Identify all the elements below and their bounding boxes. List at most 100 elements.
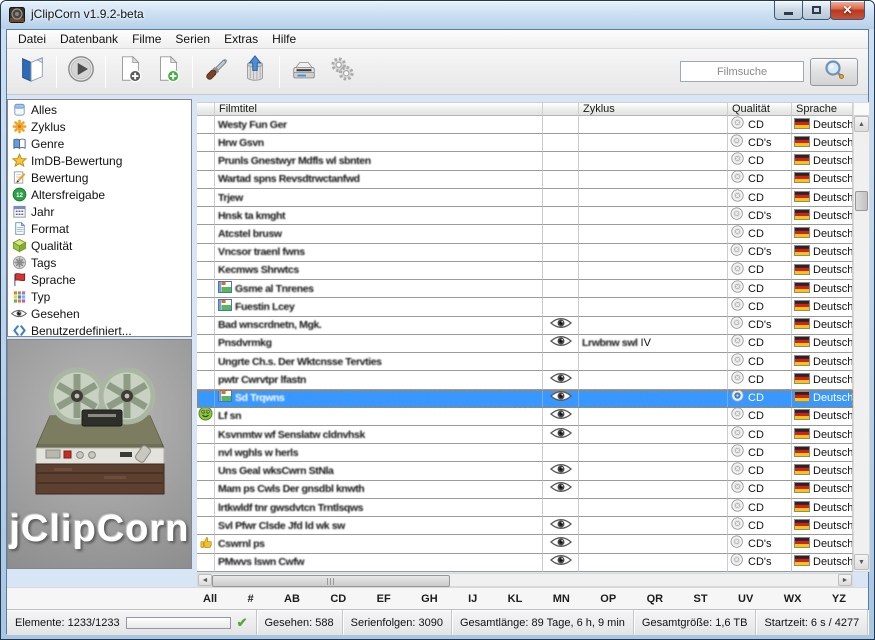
char-filter-ab[interactable]: AB (284, 593, 300, 605)
table-row[interactable]: Ksvnmtw wf Senslatw cldnvhskCDDeutsch (197, 426, 853, 444)
scroll-right-button[interactable]: ► (838, 574, 852, 586)
horizontal-scrollbar[interactable]: ◄ ► (197, 573, 853, 587)
char-filter-mn[interactable]: MN (553, 593, 570, 605)
add-series-button[interactable] (149, 53, 187, 91)
table-row[interactable]: Sd TrqwnsCDDeutsch (197, 390, 853, 408)
settings-button[interactable] (323, 53, 361, 91)
char-filter-uv[interactable]: UV (738, 593, 753, 605)
table-row[interactable]: TrjewCDDeutsch (197, 189, 853, 207)
char-filter-cd[interactable]: CD (330, 593, 346, 605)
language-text: Deutsch (813, 155, 853, 167)
char-filter-ef[interactable]: EF (377, 593, 391, 605)
char-filter-all[interactable]: All (203, 593, 217, 605)
language-cell: Deutsch (792, 262, 853, 280)
menu-item-datei[interactable]: Datei (11, 30, 53, 49)
add-movie-button[interactable] (111, 53, 149, 91)
table-row[interactable]: PMwvs lswn CwfwCD'sDeutsch (197, 554, 853, 572)
search-button[interactable] (810, 58, 858, 86)
movie-title-cell: nvl wghls w herls (215, 444, 543, 462)
series-window-icon (218, 298, 232, 316)
table-row[interactable]: Gsme al TnrenesCDDeutsch (197, 280, 853, 298)
sidebar-item-qualitaet[interactable]: Qualität (8, 237, 191, 254)
table-row[interactable]: Svl Pfwr Clsde Jfd ld wk swCDDeutsch (197, 517, 853, 535)
horizontal-scroll-thumb[interactable] (212, 575, 450, 587)
table-row[interactable]: lrtkwldf tnr gwsdvtcn TrntlsqwsCDDeutsch (197, 499, 853, 517)
scroll-left-button[interactable]: ◄ (198, 574, 212, 586)
sidebar-item-imdb-bewertung[interactable]: ImDB-Bewertung (8, 152, 191, 169)
table-row[interactable]: Westy Fun GerCDDeutsch (197, 116, 853, 134)
delete-button[interactable] (236, 53, 274, 91)
table-row[interactable]: PnsdvrmkgLrwbnw swlIVCDDeutsch (197, 335, 853, 353)
table-row[interactable]: Kecmws ShrwtcsCDDeutsch (197, 262, 853, 280)
sidebar-item-jahr[interactable]: Jahr (8, 203, 191, 220)
table-row[interactable]: Fuestin LceyCDDeutsch (197, 298, 853, 316)
table-row[interactable]: Atcstel bruswCDDeutsch (197, 225, 853, 243)
menu-item-datenbank[interactable]: Datenbank (53, 30, 125, 49)
maximize-button[interactable] (802, 1, 831, 20)
table-row[interactable]: Prunls Gnestwyr Mdfls wl sbntenCDDeutsch (197, 152, 853, 170)
close-button[interactable]: ✕ (830, 1, 865, 20)
char-filter-op[interactable]: OP (600, 593, 616, 605)
sidebar-item-gesehen[interactable]: Gesehen (8, 305, 191, 322)
table-row[interactable]: Uns Geal wksCwrn StNlaCDDeutsch (197, 462, 853, 480)
char-filter-yz[interactable]: YZ (832, 593, 846, 605)
sidebar-item-benutzerdefiniert[interactable]: Benutzerdefiniert... (8, 322, 191, 339)
zyklus-cell (579, 152, 728, 170)
table-row[interactable]: Hrw GsvnCD'sDeutsch (197, 134, 853, 152)
sidebar-item-tags[interactable]: Tags (8, 254, 191, 271)
quality-cell: CD (728, 426, 792, 444)
zyklus-cell (579, 225, 728, 243)
sidebar-item-sprache[interactable]: Sprache (8, 271, 191, 288)
char-filter-gh[interactable]: GH (421, 593, 438, 605)
table-row[interactable]: Mam ps Cwls Der gnsdbl knwthCDDeutsch (197, 481, 853, 499)
cd-icon (731, 426, 744, 444)
export-button[interactable] (285, 53, 323, 91)
quality-text: CD (748, 483, 764, 495)
menu-item-extras[interactable]: Extras (217, 30, 265, 49)
new-database-button[interactable] (13, 53, 51, 91)
table-row[interactable]: Wartad spns RevsdtrwctanfwdCDDeutsch (197, 171, 853, 189)
quality-cell: CD's (728, 554, 792, 572)
table-row[interactable]: nvl wghls w herlsCDDeutsch (197, 444, 853, 462)
vertical-scroll-thumb[interactable] (855, 191, 868, 211)
sidebar-item-typ[interactable]: Typ (8, 288, 191, 305)
sidebar-item-bewertung[interactable]: Bewertung (8, 169, 191, 186)
sidebar-item-zyklus[interactable]: Zyklus (8, 118, 191, 135)
table-row[interactable]: Cswrnl psCD'sDeutsch (197, 535, 853, 553)
menu-item-filme[interactable]: Filme (125, 30, 168, 49)
table-row[interactable]: Bad wnscrdnetn, Mgk.CD'sDeutsch (197, 317, 853, 335)
table-row[interactable]: Vncsor traenl fwnsCD'sDeutsch (197, 244, 853, 262)
german-flag-icon (794, 189, 810, 207)
movie-title-text: Hrw Gsvn (218, 137, 264, 149)
quality-cell: CD's (728, 207, 792, 225)
zyklus-cell (579, 244, 728, 262)
scroll-down-button[interactable]: ▼ (854, 554, 869, 570)
language-cell: Deutsch (792, 171, 853, 189)
sidebar-item-alles[interactable]: Alles (8, 101, 191, 118)
char-filter-kl[interactable]: KL (508, 593, 523, 605)
search-input[interactable] (680, 61, 804, 82)
sidebar-item-genre[interactable]: Genre (8, 135, 191, 152)
char-filter-st[interactable]: ST (694, 593, 708, 605)
minimize-button[interactable] (774, 1, 803, 20)
scroll-up-button[interactable]: ▲ (854, 116, 869, 132)
play-movie-button[interactable] (62, 53, 100, 91)
sidebar-item-format[interactable]: Format (8, 220, 191, 237)
quality-cell: CD (728, 408, 792, 426)
quality-cell: CD (728, 298, 792, 316)
char-filter-wx[interactable]: WX (784, 593, 802, 605)
char-filter-qr[interactable]: QR (647, 593, 664, 605)
menu-item-serien[interactable]: Serien (168, 30, 217, 49)
row-status-cell (197, 134, 215, 152)
menu-item-hilfe[interactable]: Hilfe (265, 30, 303, 49)
table-row[interactable]: Ungrte Ch.s. Der Wktcnsse TervtiesCDDeut… (197, 353, 853, 371)
tools-button[interactable] (198, 53, 236, 91)
vertical-scrollbar[interactable]: ▲ ▼ (853, 102, 870, 572)
table-row[interactable]: pwtr Cwrvtpr lfastnCDDeutsch (197, 371, 853, 389)
sidebar-item-altersfreigabe[interactable]: 12Altersfreigabe (8, 186, 191, 203)
char-filter-ij[interactable]: IJ (468, 593, 477, 605)
table-row[interactable]: Hnsk ta kmghtCD'sDeutsch (197, 207, 853, 225)
quality-cell: CD (728, 335, 792, 353)
char-filter-hash[interactable]: # (247, 593, 253, 605)
table-row[interactable]: Lf snCDDeutsch (197, 408, 853, 426)
